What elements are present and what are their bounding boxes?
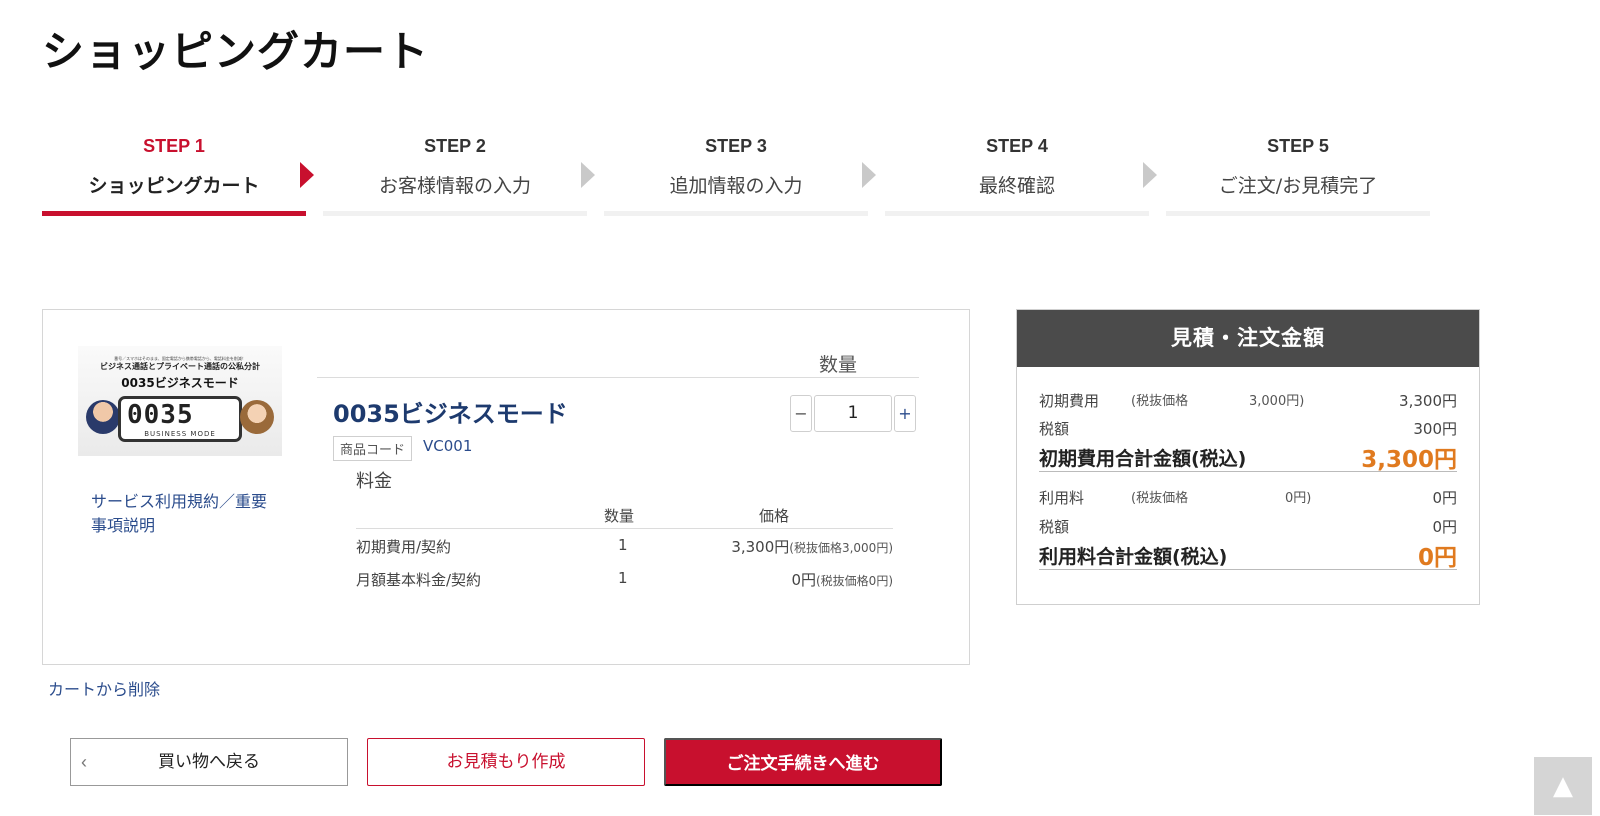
step-indicator-bar <box>323 211 587 216</box>
step-number: STEP 2 <box>424 136 486 156</box>
fee-row: 月額基本料金/契約 1 0円(税抜価格0円) <box>356 567 893 593</box>
back-to-shopping-label: 買い物へ戻る <box>158 752 260 771</box>
create-quote-button[interactable]: お見積もり作成 <box>367 738 645 786</box>
product-image: 番号／スマホはそのまま、固定電話から携帯電話から、電話料金を削減！ ビジネス通話… <box>78 346 282 456</box>
fee-table-header: 数量 価格 <box>356 505 893 529</box>
fee-row: 初期費用/契約 1 3,300円(税抜価格3,000円) <box>356 534 893 560</box>
fee-price: 0円(税抜価格0円) <box>791 569 893 590</box>
increment-button[interactable]: + <box>894 395 916 432</box>
fee-qty-header: 数量 <box>604 507 635 525</box>
step-label: お客様情報の入力 <box>378 175 531 197</box>
step-4: STEP 4 最終確認 <box>885 132 1149 216</box>
initial-fee-label: 初期費用 <box>1039 392 1100 410</box>
step-number: STEP 1 <box>143 136 205 156</box>
fee-name: 初期費用/契約 <box>356 538 452 556</box>
step-1: STEP 1 ショッピングカート <box>42 132 306 216</box>
scroll-to-top-button[interactable]: ▲ <box>1534 757 1592 815</box>
usage-fee-label: 利用料 <box>1039 489 1085 507</box>
page-title: ショッピングカート <box>42 27 430 76</box>
step-indicator-bar <box>885 211 1149 216</box>
fee-name: 月額基本料金/契約 <box>356 571 482 589</box>
terms-link[interactable]: サービス利用規約／重要事項説明 <box>91 490 267 538</box>
person-icon <box>240 400 274 434</box>
step-number: STEP 3 <box>705 136 767 156</box>
step-label: 追加情報の入力 <box>669 175 803 197</box>
initial-pretax-label: (税抜価格 <box>1131 394 1189 409</box>
usage-tax-label: 税額 <box>1039 518 1070 536</box>
product-name: 0035ビジネスモード <box>333 400 568 428</box>
initial-fee-amount: 3,300円 <box>1399 392 1457 410</box>
product-code: VC001 <box>423 437 473 455</box>
fee-price-note: (税抜価格3,000円) <box>789 541 893 555</box>
fee-price: 3,300円(税抜価格3,000円) <box>731 536 893 557</box>
usage-total-row: 利用料合計金額(税込) 0円 <box>1039 538 1457 571</box>
product-image-mode: BUSINESS MODE <box>144 430 216 438</box>
product-image-title: 0035ビジネスモード <box>121 376 239 390</box>
back-to-shopping-button[interactable]: ‹ 買い物へ戻る <box>70 738 348 786</box>
fee-price-value: 3,300円 <box>731 538 790 556</box>
chevron-left-icon: ‹ <box>81 752 87 772</box>
step-3: STEP 3 追加情報の入力 <box>604 132 868 216</box>
usage-fee-row: 利用料 (税抜価格 0円) 0円 <box>1039 487 1457 508</box>
usage-pretax-value: 0円) <box>1285 491 1312 506</box>
initial-total-label: 初期費用合計金額(税込) <box>1039 448 1247 470</box>
step-indicator-bar <box>42 211 306 216</box>
cart-item-box: 番号／スマホはそのまま、固定電話から携帯電話から、電話料金を削減！ ビジネス通話… <box>42 309 970 665</box>
initial-total-amount: 3,300円 <box>1361 447 1457 473</box>
phone-device-icon: 0035 BUSINESS MODE <box>118 396 242 442</box>
usage-total-label: 利用料合計金額(税込) <box>1039 546 1228 568</box>
order-summary: 見積・注文金額 初期費用 (税抜価格 3,000円) 3,300円 税額 300… <box>1016 309 1480 605</box>
usage-tax-row: 税額 0円 <box>1039 516 1457 537</box>
initial-tax-amount: 300円 <box>1413 420 1457 438</box>
step-label: ショッピングカート <box>88 175 260 197</box>
product-image-headline: ビジネス通話とプライベート通話の公私分計 <box>100 362 260 371</box>
initial-tax-label: 税額 <box>1039 420 1070 438</box>
arrow-up-icon: ▲ <box>1553 771 1573 801</box>
usage-fee-amount: 0円 <box>1432 489 1457 507</box>
person-icon <box>86 400 120 434</box>
step-arrow-icon <box>862 162 876 188</box>
quantity-input[interactable]: 1 <box>814 395 892 432</box>
initial-tax-row: 税額 300円 <box>1039 418 1457 439</box>
step-number: STEP 5 <box>1267 136 1329 156</box>
step-arrow-icon <box>1143 162 1157 188</box>
remove-from-cart-link[interactable]: カートから削除 <box>48 676 160 700</box>
initial-fee-row: 初期費用 (税抜価格 3,000円) 3,300円 <box>1039 390 1457 411</box>
step-label: 最終確認 <box>978 175 1055 197</box>
summary-title: 見積・注文金額 <box>1017 310 1479 367</box>
usage-total-amount: 0円 <box>1417 545 1457 571</box>
fee-title: 料金 <box>356 471 392 492</box>
fee-price-note: (税抜価格0円) <box>816 574 893 588</box>
step-2: STEP 2 お客様情報の入力 <box>323 132 587 216</box>
fee-price-header: 価格 <box>759 507 790 525</box>
step-number: STEP 4 <box>986 136 1048 156</box>
fee-qty: 1 <box>618 569 628 587</box>
quantity-header-label: 数量 <box>818 354 857 376</box>
step-arrow-icon <box>581 162 595 188</box>
checkout-steps: STEP 1 ショッピングカート STEP 2 お客様情報の入力 STEP 3 … <box>42 132 1482 216</box>
initial-pretax-value: 3,000円) <box>1249 394 1305 409</box>
product-code-label: 商品コード <box>333 436 413 461</box>
fee-qty: 1 <box>618 536 628 554</box>
step-arrow-icon <box>300 162 314 188</box>
step-label: ご注文/お見積完了 <box>1218 175 1378 197</box>
product-image-digits: 0035 <box>127 400 194 430</box>
proceed-to-order-button[interactable]: ご注文手続きへ進む <box>664 738 942 786</box>
step-indicator-bar <box>1166 211 1430 216</box>
decrement-button[interactable]: − <box>790 395 812 432</box>
initial-total-row: 初期費用合計金額(税込) 3,300円 <box>1039 440 1457 473</box>
usage-tax-amount: 0円 <box>1432 518 1457 536</box>
step-5: STEP 5 ご注文/お見積完了 <box>1166 132 1430 216</box>
quantity-header: 数量 <box>317 346 919 378</box>
fee-price-value: 0円 <box>791 571 816 589</box>
usage-pretax-label: (税抜価格 <box>1131 491 1189 506</box>
step-indicator-bar <box>604 211 868 216</box>
